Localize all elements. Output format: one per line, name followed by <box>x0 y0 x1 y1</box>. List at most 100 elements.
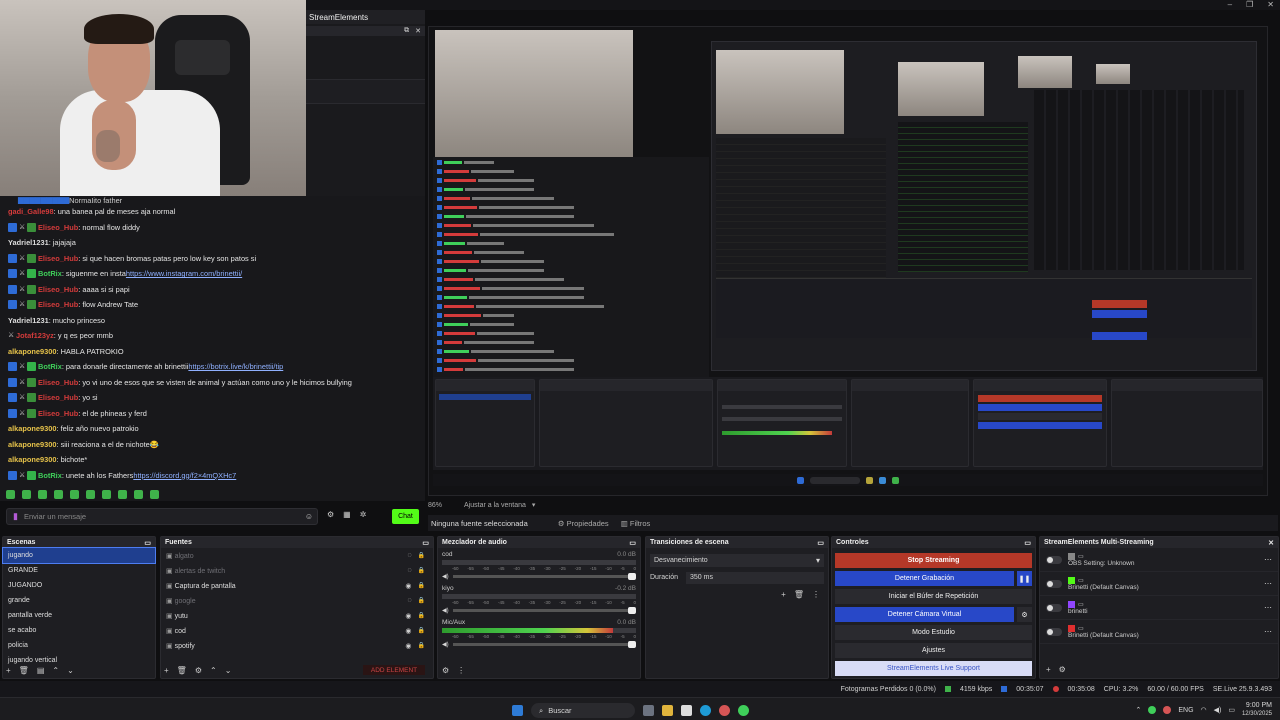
more-options-icon[interactable]: ⋯ <box>1264 555 1272 564</box>
edge-icon[interactable] <box>700 705 711 716</box>
delete-scene-icon[interactable]: 🗑 <box>19 666 29 675</box>
panel-close-icon[interactable]: ✕ <box>415 27 421 35</box>
more-options-icon[interactable]: ⋯ <box>1264 603 1272 612</box>
virtual-camera-button[interactable]: Detener Cámara Virtual <box>835 607 1014 622</box>
scene-item[interactable]: policia <box>3 638 155 653</box>
browser-icon[interactable] <box>719 705 730 716</box>
obs-icon[interactable] <box>681 705 692 716</box>
add-destination-icon[interactable]: + <box>1046 665 1051 674</box>
toggle-switch[interactable] <box>1046 627 1062 636</box>
volume-slider[interactable] <box>452 641 636 648</box>
lock-icon[interactable]: 🔒 <box>418 597 425 604</box>
emoji-icon[interactable]: ☺ <box>305 512 313 521</box>
emote-icon[interactable] <box>118 490 127 499</box>
toggle-switch[interactable] <box>1046 603 1062 612</box>
stop-streaming-button[interactable]: Stop Streaming <box>835 553 1032 568</box>
emote-icon[interactable] <box>38 490 47 499</box>
duration-input[interactable]: 350 ms <box>686 571 824 584</box>
chat-link[interactable]: https://botrix.live/k/brinettii/tip <box>188 362 283 371</box>
chat-send-button[interactable]: Chat <box>392 509 419 524</box>
taskbar-search[interactable]: ⌕ Buscar <box>531 703 635 718</box>
mixer-settings-icon[interactable]: ⚙ <box>442 666 449 675</box>
emote-icon[interactable] <box>6 490 15 499</box>
close-icon[interactable]: ✕ <box>1267 0 1274 9</box>
source-item[interactable]: ▣ Captura de pantalla ◉ 🔒 <box>161 578 433 593</box>
more-options-icon[interactable]: ⋯ <box>1264 627 1272 636</box>
lock-icon[interactable]: 🔒 <box>418 567 425 574</box>
multistream-settings-icon[interactable]: ⚙ <box>1059 665 1066 674</box>
visibility-eye-icon[interactable]: ◉ <box>405 642 411 650</box>
chat-username[interactable]: BotRix <box>38 471 62 480</box>
volume-icon[interactable]: ◀) <box>442 573 449 580</box>
lock-icon[interactable]: 🔒 <box>418 612 425 620</box>
mixer-menu-icon[interactable]: ⋮ <box>457 666 465 675</box>
add-transition-icon[interactable]: + <box>781 590 786 599</box>
chat-username[interactable]: Eliseo_Hub <box>38 378 78 387</box>
chat-username[interactable]: alkapone9300 <box>8 347 56 356</box>
chat-link[interactable]: https://www.instagram.com/brinettii/ <box>126 269 242 278</box>
toggle-switch[interactable] <box>1046 555 1062 564</box>
emote-icon[interactable] <box>86 490 95 499</box>
move-down-icon[interactable]: ⌄ <box>225 666 232 675</box>
emote-icon[interactable] <box>22 490 31 499</box>
delete-source-icon[interactable]: 🗑 <box>177 666 187 675</box>
battery-icon[interactable]: ▭ <box>1228 706 1235 714</box>
source-item[interactable]: ▣ cod ◉ 🔒 <box>161 623 433 638</box>
scene-item[interactable]: se acabo <box>3 623 155 638</box>
fit-dropdown[interactable]: Ajustar a la ventana <box>464 502 526 509</box>
chat-username[interactable]: Eliseo_Hub <box>38 300 78 309</box>
volume-icon[interactable]: ◀) <box>442 607 449 614</box>
emote-icon[interactable] <box>150 490 159 499</box>
pause-icon[interactable]: ❚❚ <box>1017 571 1032 586</box>
spotify-icon[interactable] <box>738 705 749 716</box>
live-support-button[interactable]: StreamElements Live Support <box>835 661 1032 676</box>
source-item[interactable]: ▣ algato ◌ 🔒 <box>161 548 433 563</box>
settings-icon[interactable]: ⚙ <box>327 510 334 519</box>
transition-select[interactable]: Desvanecimiento ▾ <box>650 554 824 567</box>
chat-username[interactable]: alkapone9300 <box>8 440 56 449</box>
visibility-eye-icon[interactable]: ◉ <box>405 612 411 620</box>
volume-slider[interactable] <box>452 607 636 614</box>
volume-slider[interactable] <box>452 573 636 580</box>
scene-item[interactable]: grande <box>3 593 155 608</box>
windows-start-icon[interactable] <box>512 705 523 716</box>
emote-icon[interactable] <box>102 490 111 499</box>
chat-username[interactable]: Eliseo_Hub <box>38 393 78 402</box>
lock-icon[interactable]: 🔒 <box>418 552 425 559</box>
chat-username[interactable]: Yadriel1231 <box>8 316 49 325</box>
tray-app-icon[interactable] <box>1148 706 1157 714</box>
filters-button[interactable]: ▥ Filtros <box>621 519 651 528</box>
delete-transition-icon[interactable]: 🗑 <box>794 590 804 599</box>
chat-username[interactable]: BotRix <box>38 269 62 278</box>
tray-chevron-icon[interactable]: ⌃ <box>1135 706 1141 714</box>
chat-username[interactable]: Jotaf123yz <box>16 331 54 340</box>
replay-buffer-button[interactable]: Iniciar el Búfer de Repetición <box>835 589 1032 604</box>
folder-icon[interactable] <box>662 705 673 716</box>
language[interactable]: ENG <box>1178 707 1193 714</box>
volume-icon[interactable]: ◀) <box>442 641 449 648</box>
emote-icon[interactable] <box>70 490 79 499</box>
lock-icon[interactable]: 🔒 <box>418 582 425 590</box>
visibility-eye-icon[interactable]: ◉ <box>405 627 411 635</box>
transition-menu-icon[interactable]: ⋮ <box>812 590 820 599</box>
visibility-eye-icon[interactable]: ◌ <box>407 552 411 559</box>
emote-icon[interactable] <box>134 490 143 499</box>
add-scene-icon[interactable]: + <box>6 666 11 675</box>
chat-username[interactable]: gadi_Galle98 <box>8 207 54 216</box>
scene-item[interactable]: GRANDE <box>3 563 155 578</box>
add-source-icon[interactable]: + <box>164 666 169 675</box>
wifi-icon[interactable]: ◠ <box>1201 706 1207 714</box>
add-element-button[interactable]: ADD ELEMENT <box>363 665 425 675</box>
source-item[interactable]: ▣ alertas de twitch ◌ 🔒 <box>161 563 433 578</box>
lock-icon[interactable]: 🔒 <box>418 627 425 635</box>
gear-icon[interactable]: ✲ <box>360 510 367 519</box>
chat-username[interactable]: Yadriel1231 <box>8 238 49 247</box>
scene-item[interactable]: jugando <box>2 547 156 564</box>
emote-icon[interactable] <box>54 490 63 499</box>
chat-username[interactable]: Eliseo_Hub <box>38 254 78 263</box>
visibility-eye-icon[interactable]: ◉ <box>405 582 411 590</box>
zoom-level[interactable]: 86% <box>428 502 442 509</box>
chat-username[interactable]: alkapone9300 <box>8 424 56 433</box>
calendar-icon[interactable] <box>643 705 654 716</box>
visibility-eye-icon[interactable]: ◌ <box>407 567 411 574</box>
